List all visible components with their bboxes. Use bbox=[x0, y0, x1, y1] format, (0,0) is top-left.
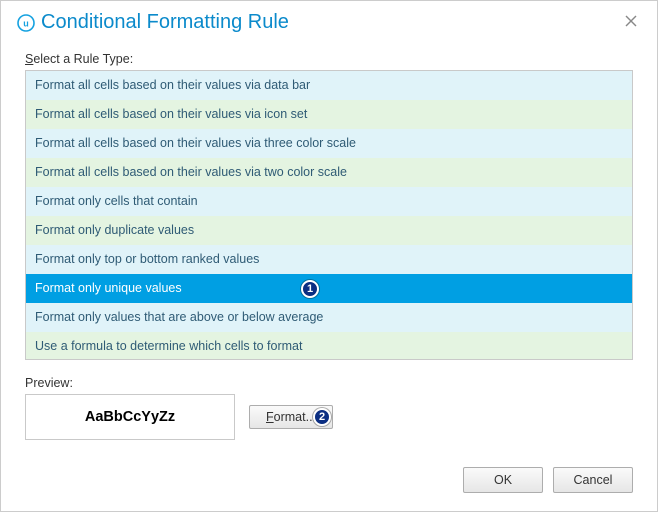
rule-item[interactable]: Format all cells based on their values v… bbox=[26, 158, 632, 187]
rule-item[interactable]: Use a formula to determine which cells t… bbox=[26, 332, 632, 359]
annotation-marker-1: 1 bbox=[301, 280, 319, 298]
dialog-content: Select a Rule Type: Format all cells bas… bbox=[1, 38, 657, 452]
svg-text:u: u bbox=[23, 18, 29, 28]
preview-box: AaBbCcYyZz bbox=[25, 394, 235, 440]
app-icon: u bbox=[17, 14, 35, 32]
dialog-footer: OK Cancel bbox=[463, 467, 633, 493]
rule-item[interactable]: Format all cells based on their values v… bbox=[26, 71, 632, 100]
rule-item[interactable]: Format all cells based on their values v… bbox=[26, 100, 632, 129]
dialog-header: u Conditional Formatting Rule bbox=[1, 1, 657, 38]
rule-item[interactable]: Format only values that are above or bel… bbox=[26, 303, 632, 332]
rule-item-label: Format only top or bottom ranked values bbox=[35, 252, 259, 266]
rule-item[interactable]: Format only top or bottom ranked values bbox=[26, 245, 632, 274]
rule-item-label: Format only duplicate values bbox=[35, 223, 194, 237]
preview-row: Preview: AaBbCcYyZz Format... 2 bbox=[25, 370, 633, 440]
rule-item-label: Use a formula to determine which cells t… bbox=[35, 339, 302, 353]
rule-item[interactable]: Format only duplicate values bbox=[26, 216, 632, 245]
rule-item-label: Format all cells based on their values v… bbox=[35, 107, 307, 121]
rule-item-label: Format all cells based on their values v… bbox=[35, 136, 356, 150]
rule-type-label: Select a Rule Type: bbox=[25, 52, 633, 66]
rule-item[interactable]: Format only cells that contain bbox=[26, 187, 632, 216]
rule-item-label: Format all cells based on their values v… bbox=[35, 165, 347, 179]
rule-item-label: Format only cells that contain bbox=[35, 194, 198, 208]
ok-button[interactable]: OK bbox=[463, 467, 543, 493]
rule-list[interactable]: Format all cells based on their values v… bbox=[26, 71, 632, 359]
cancel-button[interactable]: Cancel bbox=[553, 467, 633, 493]
rule-item-label: Format all cells based on their values v… bbox=[35, 78, 310, 92]
close-icon bbox=[625, 15, 637, 27]
preview-label: Preview: bbox=[25, 376, 235, 390]
rule-item-label: Format only unique values bbox=[35, 281, 182, 295]
rule-item-label: Format only values that are above or bel… bbox=[35, 310, 323, 324]
preview-sample: AaBbCcYyZz bbox=[85, 409, 175, 425]
dialog-title: Conditional Formatting Rule bbox=[41, 11, 289, 34]
rule-item[interactable]: Format only unique values 1 bbox=[26, 274, 632, 303]
rule-item[interactable]: Format all cells based on their values v… bbox=[26, 129, 632, 158]
rule-list-container: Format all cells based on their values v… bbox=[25, 70, 633, 360]
close-button[interactable] bbox=[619, 13, 643, 33]
annotation-marker-2: 2 bbox=[313, 408, 331, 426]
